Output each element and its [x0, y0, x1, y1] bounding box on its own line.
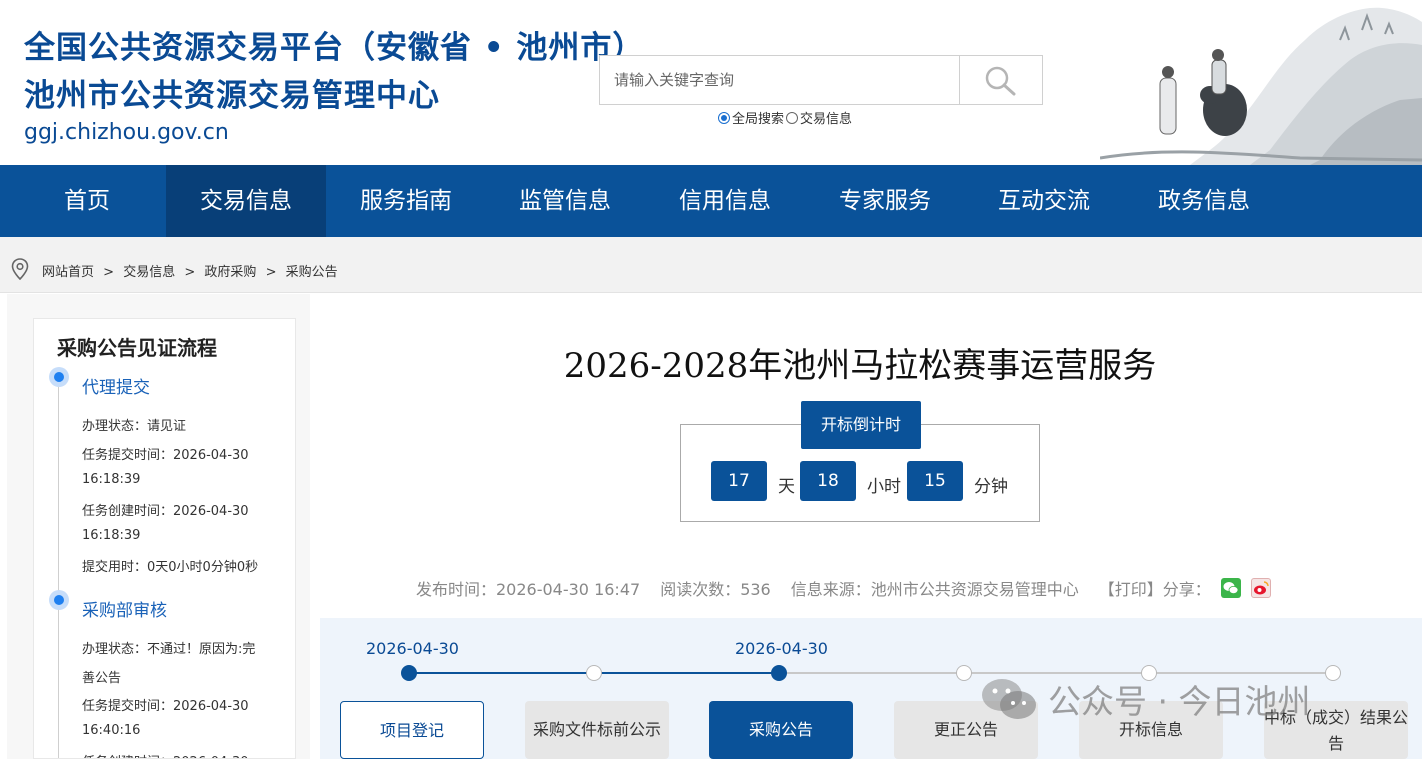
- nav-item-supervision[interactable]: 监管信息: [485, 165, 645, 237]
- timeline-node: [586, 665, 602, 681]
- countdown-hours-unit: 小时: [867, 477, 901, 497]
- breadcrumb-trade-info[interactable]: 交易信息: [123, 265, 175, 280]
- timeline-node: [771, 665, 787, 681]
- step-detail: 任务创建时间：2026-04-30: [82, 751, 249, 758]
- countdown-days-unit: 天: [778, 477, 795, 497]
- site-subtitle: 池州市公共资源交易管理中心: [24, 78, 440, 114]
- panel-title: 采购公告见证流程: [57, 336, 217, 360]
- step-project-registration[interactable]: 项目登记: [340, 701, 484, 759]
- article-meta: 发布时间：2026-04-30 16:47 阅读次数：536 信息来源：池州市公…: [416, 576, 1271, 600]
- breadcrumb-separator: >: [103, 265, 115, 280]
- radio-global-search-label: 全局搜索: [732, 112, 785, 127]
- breadcrumb-separator: >: [265, 265, 277, 280]
- search-button[interactable]: [959, 56, 1042, 104]
- countdown-days: 17: [711, 461, 767, 501]
- search-scope: 全局搜索 交易信息: [718, 108, 852, 127]
- step-name: 采购部审核: [82, 601, 167, 621]
- process-line: [58, 379, 59, 758]
- witness-process-panel: 采购公告见证流程 代理提交 办理状态：请见证 任务提交时间：2026-04-30…: [33, 318, 296, 759]
- page-title: 2026-2028年池州马拉松赛事运营服务: [563, 346, 1157, 386]
- site-header: 全国公共资源交易平台（安徽省 • 池州市） 池州市公共资源交易管理中心 ggj.…: [0, 0, 1422, 165]
- countdown-minutes-unit: 分钟: [974, 477, 1008, 497]
- timeline-node: [956, 665, 972, 681]
- nav-item-home[interactable]: 首页: [7, 165, 167, 237]
- nav-item-government[interactable]: 政务信息: [1124, 165, 1284, 237]
- location-pin-icon: [11, 258, 29, 280]
- step-name: 代理提交: [82, 378, 150, 398]
- step-dot: [49, 367, 69, 387]
- print-link[interactable]: 【打印】: [1099, 576, 1163, 600]
- countdown-label: 开标倒计时: [801, 401, 921, 449]
- timeline-date: 2026-04-30: [735, 639, 828, 658]
- site-domain: ggj.chizhou.gov.cn: [24, 120, 229, 145]
- weibo-share-icon[interactable]: [1250, 578, 1271, 598]
- step-detail: 提交用时：0天0小时0分钟0秒: [82, 560, 259, 575]
- share-label: 分享：: [1162, 580, 1211, 599]
- radio-global-search[interactable]: [718, 111, 730, 124]
- wechat-share-icon[interactable]: [1220, 578, 1241, 598]
- step-detail: 16:18:39: [82, 528, 141, 543]
- step-detail: 办理状态：请见证: [82, 419, 187, 434]
- timeline-date: 2026-04-30: [366, 639, 459, 658]
- radio-trade-info-label: 交易信息: [800, 112, 853, 127]
- search-icon: [985, 66, 1016, 96]
- countdown-minutes: 15: [907, 461, 963, 501]
- nav-item-credit[interactable]: 信用信息: [645, 165, 805, 237]
- step-dot: [49, 590, 69, 610]
- wechat-watermark-icon: [982, 679, 1036, 719]
- search-box: [599, 55, 1043, 105]
- nav-item-service-guide[interactable]: 服务指南: [326, 165, 486, 237]
- breadcrumb-gov-procurement[interactable]: 政府采购: [204, 265, 256, 280]
- step-detail: 16:18:39: [82, 472, 141, 487]
- step-detail: 任务提交时间：2026-04-30: [82, 699, 249, 714]
- countdown-hours: 18: [800, 461, 856, 501]
- step-detail: 办理状态：不通过！原因为:完: [82, 642, 256, 657]
- step-pre-bid-publicity[interactable]: 采购文件标前公示: [525, 701, 669, 759]
- step-procurement-notice[interactable]: 采购公告: [709, 701, 853, 759]
- site-title: 全国公共资源交易平台（安徽省 • 池州市）: [24, 30, 645, 66]
- breadcrumb-separator: >: [184, 265, 196, 280]
- nav-item-trade-info[interactable]: 交易信息: [166, 165, 326, 237]
- timeline-node: [1325, 665, 1341, 681]
- step-detail: 善公告: [82, 671, 122, 686]
- publish-time: 发布时间：2026-04-30 16:47: [416, 580, 641, 599]
- radio-trade-info[interactable]: [786, 111, 799, 124]
- watermark: 公众号 · 今日池州: [978, 675, 1310, 723]
- breadcrumb: 网站首页 > 交易信息 > 政府采购 > 采购公告: [42, 261, 338, 280]
- main-nav: 首页 交易信息 服务指南 监管信息 信用信息 专家服务 互动交流 政务信息: [0, 165, 1422, 237]
- search-input[interactable]: [600, 56, 960, 104]
- read-count: 阅读次数：536: [660, 580, 771, 599]
- info-source: 信息来源：池州市公共资源交易管理中心: [790, 580, 1079, 599]
- timeline-node: [401, 665, 417, 681]
- nav-item-interaction[interactable]: 互动交流: [964, 165, 1124, 237]
- ink-landscape-image: [1100, 7, 1422, 165]
- step-detail: 任务创建时间：2026-04-30: [82, 504, 249, 519]
- breadcrumb-procurement-notice[interactable]: 采购公告: [286, 265, 338, 280]
- watermark-text: 公众号 · 今日池州: [1048, 682, 1311, 721]
- step-detail: 任务提交时间：2026-04-30: [82, 448, 249, 463]
- breadcrumb-home[interactable]: 网站首页: [42, 265, 94, 280]
- step-detail: 16:40:16: [82, 723, 141, 738]
- nav-item-expert[interactable]: 专家服务: [805, 165, 965, 237]
- breadcrumb-bar: 网站首页 > 交易信息 > 政府采购 > 采购公告: [0, 237, 1422, 293]
